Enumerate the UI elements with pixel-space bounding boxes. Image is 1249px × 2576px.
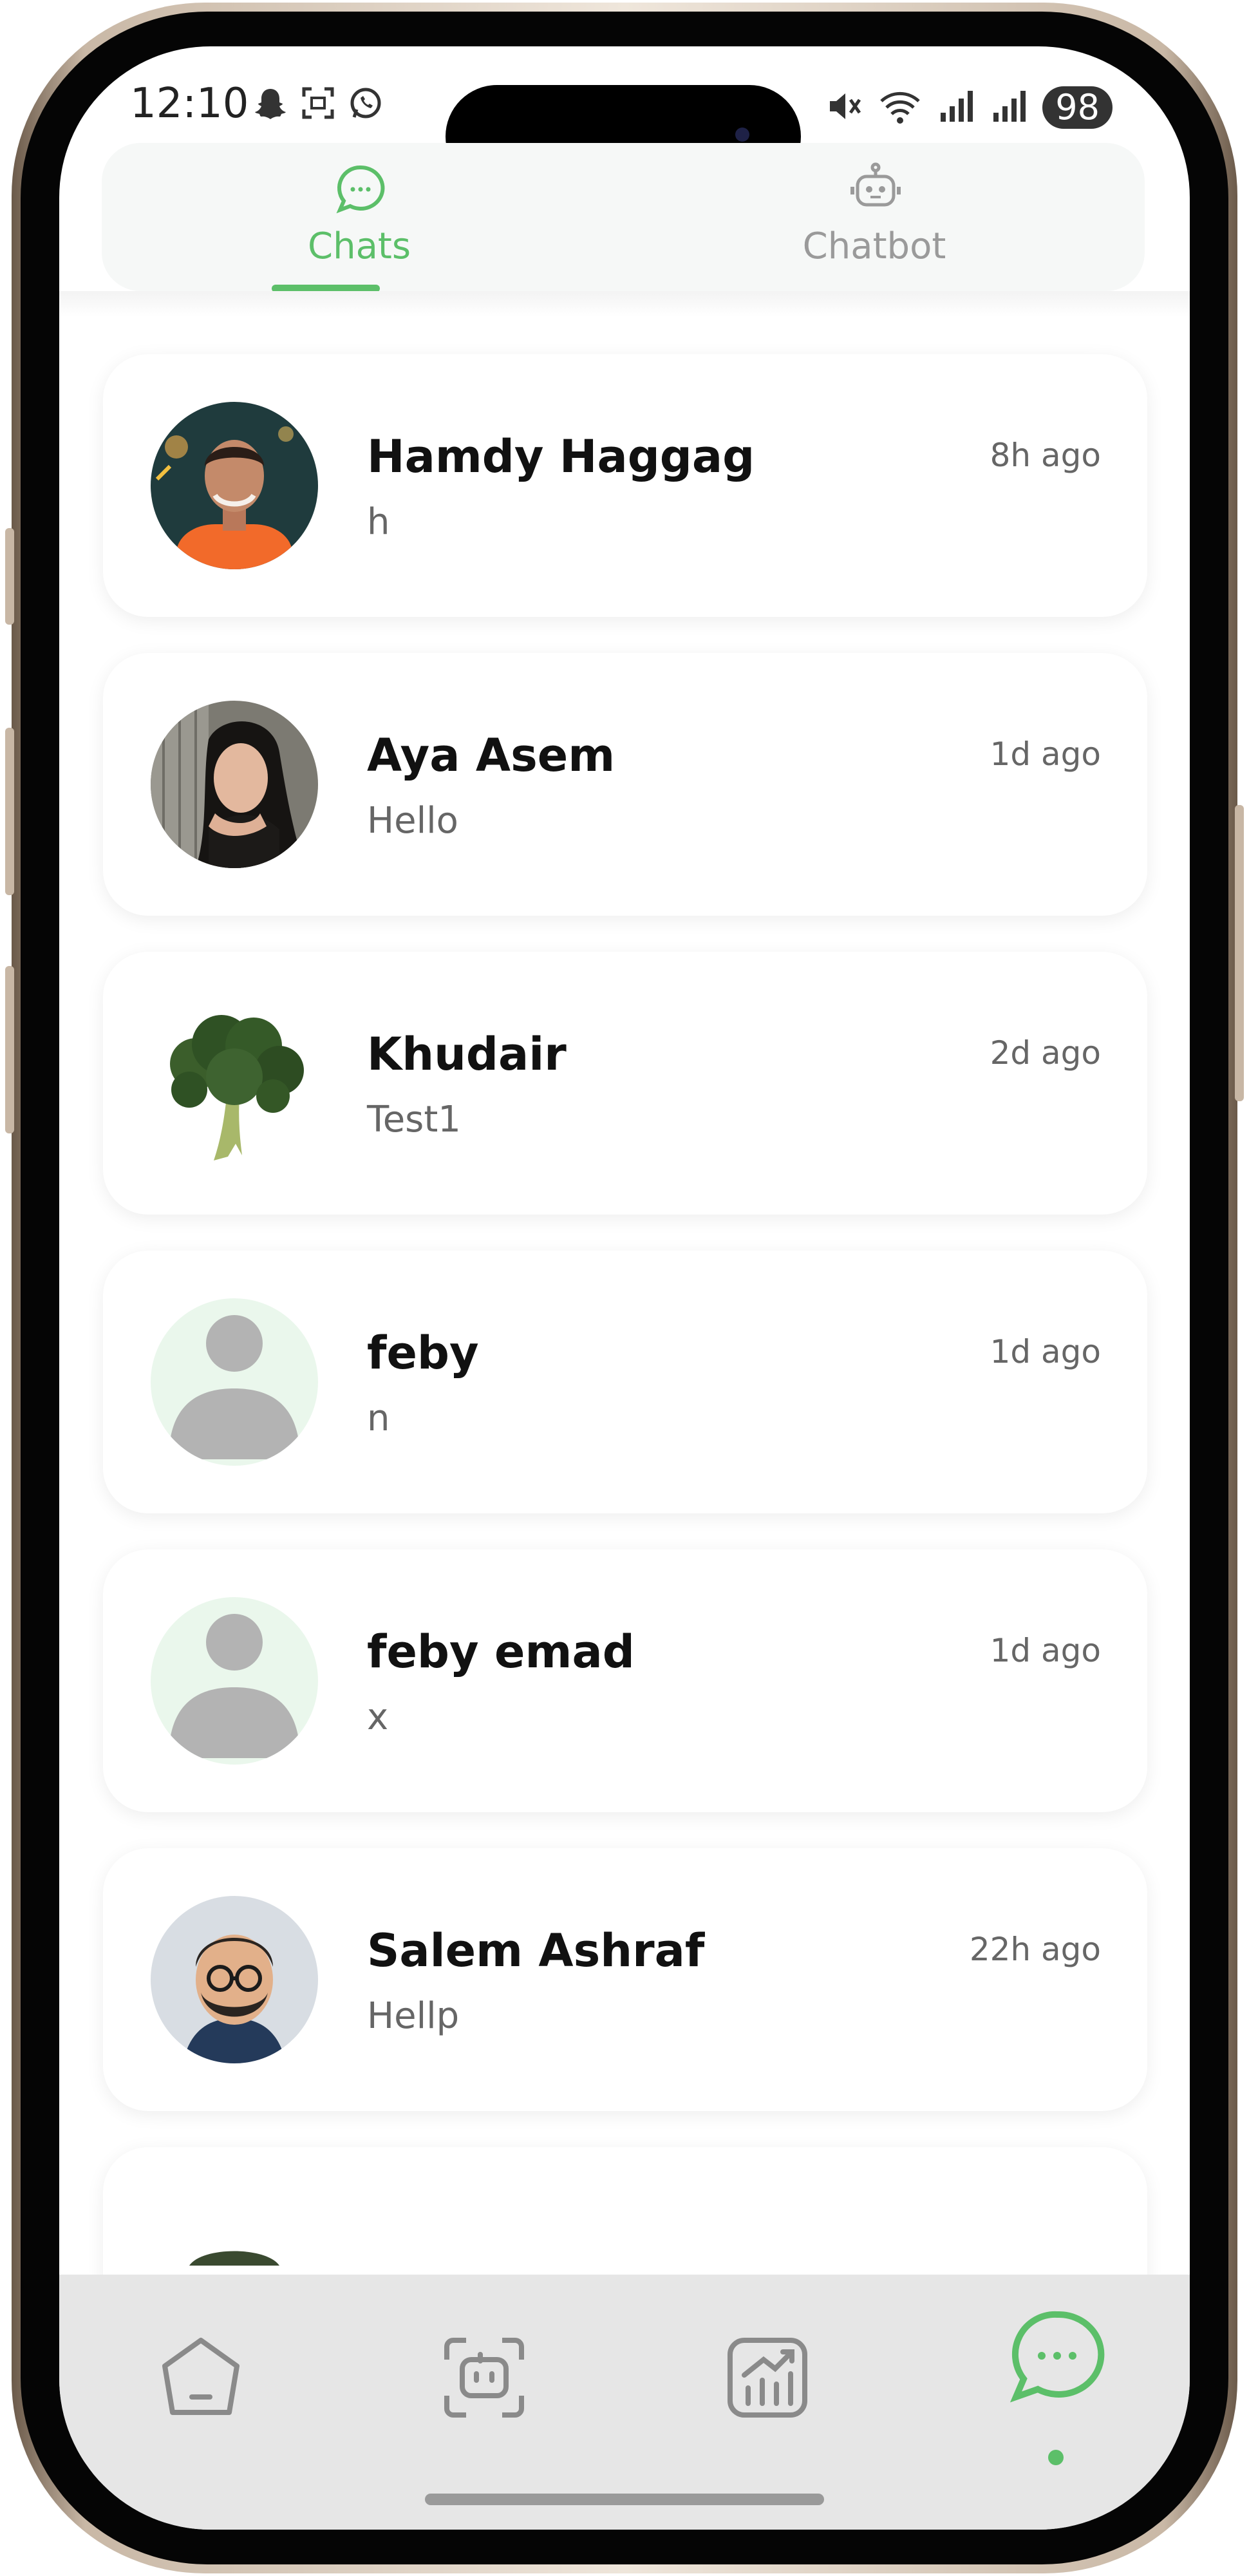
phone-screen: 12:10 98 Chats Chatbot Hamdy Haggag h 8h… [59,46,1190,2530]
chat-item[interactable]: feby emad x 1d ago [103,1549,1147,1812]
chat-bubble-icon [1006,2311,1109,2412]
battery-badge: 98 [1042,86,1113,129]
tab-chatbot[interactable]: Chatbot [713,143,1035,291]
chat-last-message: Test1 [367,1099,461,1141]
nav-home[interactable] [156,2333,246,2423]
header-shadow [59,291,1190,317]
robot-icon [849,162,903,216]
side-button [5,528,14,625]
chat-time: 8h ago [990,437,1101,474]
chat-name: Hamdy Haggag [367,430,755,483]
top-tabs: Chats Chatbot [102,143,1145,291]
chat-item[interactable]: feby n 1d ago [103,1251,1147,1513]
tab-chats[interactable]: Chats [198,143,520,291]
whatsapp-icon [348,85,384,121]
signal-icon [937,87,975,128]
mute-icon [825,87,863,128]
avatar [151,1896,318,2063]
avatar [151,701,318,868]
chat-bubble-icon [333,162,388,216]
chat-last-message: h [367,501,390,543]
chat-last-message: x [367,1696,389,1738]
active-nav-dot [1048,2450,1064,2465]
status-bar: 12:10 98 [59,46,1190,188]
avatar [151,1298,318,1466]
volume-down-button [5,966,14,1133]
status-time: 12:10 [130,80,249,128]
power-button [1235,805,1244,1101]
chat-item[interactable]: Hamdy Haggag h 8h ago [103,354,1147,617]
tab-chats-label: Chats [307,225,411,267]
chat-item[interactable]: Khudair Test1 2d ago [103,952,1147,1215]
home-indicator[interactable] [425,2494,824,2505]
bottom-nav [59,2275,1190,2530]
system-icons: 98 [825,86,1113,129]
front-camera [735,128,749,142]
avatar [151,999,318,1167]
screenshot-icon [300,85,336,121]
stats-icon [722,2338,812,2425]
chat-last-message: n [367,1397,390,1439]
chat-name: Salem Ashraf [367,1924,705,1977]
nav-stats[interactable] [722,2333,812,2423]
nav-chat[interactable] [1006,2307,1109,2410]
scan-robot-icon [439,2338,529,2425]
wifi-icon [878,87,923,128]
chat-time: 1d ago [990,1333,1101,1370]
tab-chatbot-label: Chatbot [802,225,946,267]
chat-time: 2d ago [990,1034,1101,1072]
chat-name: Aya Asem [367,729,615,782]
volume-up-button [5,728,14,895]
notification-icons [252,85,384,121]
signal-icon-2 [990,87,1028,128]
chat-name: feby [367,1327,479,1379]
nav-scan[interactable] [439,2333,529,2423]
chat-time: 1d ago [990,735,1101,773]
avatar [151,1597,318,1765]
chat-last-message: Hellp [367,1995,460,2037]
chat-name: feby emad [367,1625,635,1678]
home-icon [156,2338,246,2425]
snapchat-icon [252,85,288,121]
chat-name: Khudair [367,1028,567,1081]
chat-time: 22h ago [969,1931,1101,1968]
chat-item[interactable]: Aya Asem Hello 1d ago [103,653,1147,916]
chat-item[interactable]: Salem Ashraf Hellp 22h ago [103,1848,1147,2111]
chat-last-message: Hello [367,800,458,842]
avatar [151,402,318,569]
chat-time: 1d ago [990,1632,1101,1669]
